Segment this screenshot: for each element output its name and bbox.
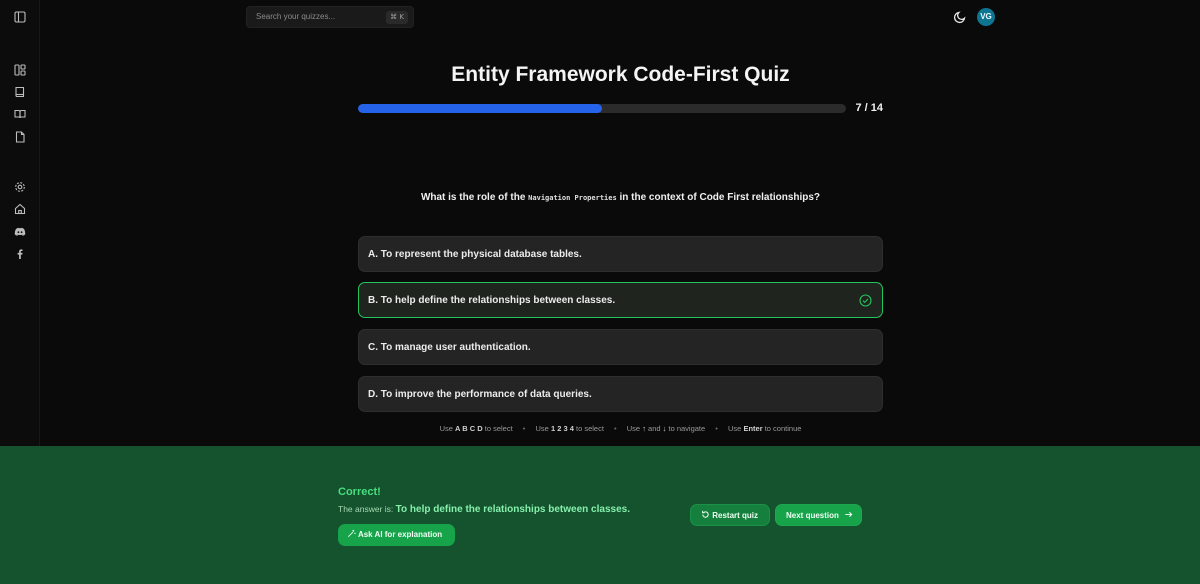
question-suffix: in the context of Code First relationshi…: [619, 192, 821, 203]
option-label: A. To represent the physical database ta…: [368, 249, 582, 260]
avatar[interactable]: VG: [977, 8, 995, 26]
progress-bar: [358, 104, 846, 113]
next-question-button[interactable]: Next question: [775, 504, 862, 526]
home-icon[interactable]: [14, 203, 26, 215]
wand-icon: [348, 529, 356, 537]
answer-text: To help define the relationships between…: [395, 504, 630, 515]
panel-toggle-icon[interactable]: [14, 11, 26, 23]
facebook-icon[interactable]: [14, 248, 26, 260]
question-text: What is the role of the Navigation Prope…: [358, 192, 883, 203]
feedback-answer: The answer is: To help define the relati…: [338, 504, 630, 515]
app-root: Search your quizzes... ⌘ K VG Entity Fra…: [0, 0, 1200, 584]
option-label: D. To improve the performance of data qu…: [368, 389, 592, 400]
progress-count: 7 / 14: [855, 102, 883, 114]
option-b[interactable]: B. To help define the relationships betw…: [358, 282, 883, 318]
arrow-right-icon: [845, 511, 853, 518]
search-bar[interactable]: Search your quizzes... ⌘ K: [246, 6, 414, 28]
moon-icon[interactable]: [953, 10, 967, 24]
progress-bar-fill: [358, 104, 602, 113]
feedback-title: Correct!: [338, 486, 381, 498]
hint-separator: •: [715, 424, 718, 433]
option-a[interactable]: A. To represent the physical database ta…: [358, 236, 883, 272]
search-input[interactable]: Search your quizzes...: [256, 12, 335, 21]
question-code: Navigation Properties: [528, 194, 617, 202]
option-d[interactable]: D. To improve the performance of data qu…: [358, 376, 883, 412]
next-label: Next question: [786, 511, 839, 520]
page-title: Entity Framework Code-First Quiz: [451, 63, 790, 86]
hint-letters: Use A B C D to select: [439, 424, 513, 433]
ask-ai-label: Ask AI for explanation: [357, 530, 443, 539]
restart-icon: [702, 510, 709, 518]
answer-prefix: The answer is:: [338, 504, 394, 514]
settings-icon[interactable]: [14, 181, 26, 193]
hint-enter: Use Enter to continue: [728, 424, 802, 433]
search-shortcut-badge: ⌘ K: [386, 11, 408, 24]
sidebar: [0, 0, 40, 446]
keyboard-hints: Use A B C D to select • Use 1 2 3 4 to s…: [358, 424, 883, 433]
option-label: C. To manage user authentication.: [368, 342, 531, 353]
hint-numbers: Use 1 2 3 4 to select: [535, 424, 604, 433]
restart-quiz-button[interactable]: Restart quiz: [690, 504, 770, 526]
hint-arrows: Use ↑ and ↓ to navigate: [626, 424, 706, 433]
hint-separator: •: [522, 424, 526, 433]
check-circle-icon: [859, 294, 872, 307]
option-label: B. To help define the relationships betw…: [368, 295, 616, 306]
book-open-icon[interactable]: [14, 108, 26, 120]
dashboard-icon[interactable]: [14, 64, 26, 76]
question-prefix: What is the role of the: [420, 192, 526, 203]
book-icon[interactable]: [14, 86, 26, 98]
feedback-panel: Correct! The answer is: To help define t…: [0, 446, 1200, 584]
hint-separator: •: [614, 424, 617, 433]
discord-icon[interactable]: [14, 226, 26, 238]
ask-ai-button[interactable]: Ask AI for explanation: [338, 524, 455, 546]
option-c[interactable]: C. To manage user authentication.: [358, 329, 883, 365]
restart-label: Restart quiz: [712, 511, 759, 520]
file-icon[interactable]: [14, 131, 26, 143]
